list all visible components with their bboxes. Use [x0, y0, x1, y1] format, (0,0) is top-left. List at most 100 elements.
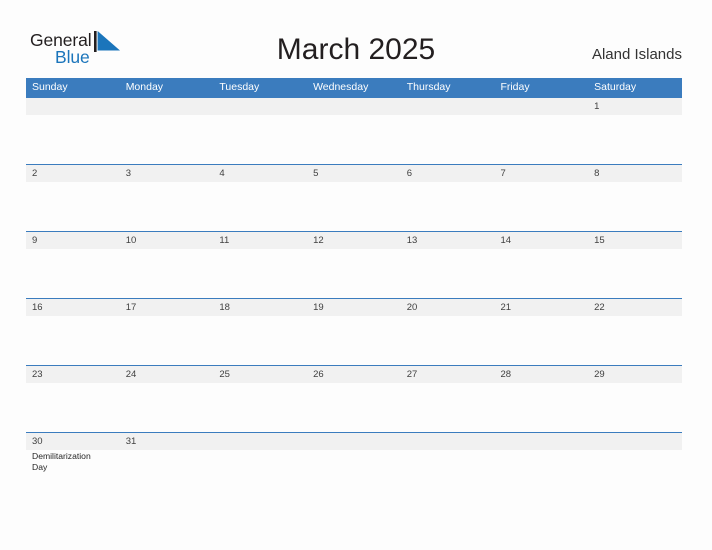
day-number: 25	[219, 369, 230, 380]
region-label: Aland Islands	[591, 46, 682, 63]
calendar-day-cell[interactable]: 5	[307, 165, 401, 230]
calendar-day-cell[interactable]: 3	[120, 165, 214, 230]
calendar-day-cell[interactable]: 19	[307, 299, 401, 364]
day-number: 11	[219, 235, 230, 246]
calendar-day-cell-empty	[26, 98, 120, 163]
calendar-week-row: 23 24 25 26 27 28 29	[26, 365, 682, 432]
day-number: 16	[32, 302, 43, 313]
calendar-day-cell-empty	[213, 433, 307, 498]
day-number: 31	[125, 436, 137, 447]
calendar-day-cell[interactable]: 22	[588, 299, 682, 364]
day-of-week-header: Sunday Monday Tuesday Wednesday Thursday…	[26, 78, 682, 97]
calendar-day-cell[interactable]: 15	[588, 232, 682, 297]
day-of-week-friday: Friday	[500, 81, 530, 93]
day-number: 13	[406, 235, 418, 246]
calendar-weeks: 1 2 3 4 5 6 7 8 9 10 11 12 13 14 15 16 17 18 19 20 21 22 23 24 2…	[26, 97, 682, 499]
calendar-day-cell[interactable]: 25	[213, 366, 307, 431]
calendar-day-cell[interactable]: 29	[588, 366, 682, 431]
calendar-day-cell-empty	[120, 98, 214, 163]
day-number: 7	[500, 168, 506, 179]
day-number: 28	[500, 369, 512, 380]
day-of-week-monday: Monday	[125, 81, 164, 93]
day-number: 15	[594, 235, 605, 246]
day-number: 8	[594, 168, 600, 179]
calendar-day-cell[interactable]: 16	[26, 299, 120, 364]
calendar-week-row: 1	[26, 97, 682, 164]
day-number: 27	[406, 369, 418, 380]
day-number: 26	[313, 369, 324, 380]
calendar-day-cell[interactable]: 1	[588, 98, 682, 163]
week-cells: 16 17 18 19 20 21 22	[26, 299, 682, 364]
day-number: 4	[219, 168, 225, 179]
calendar-day-cell[interactable]: 9	[26, 232, 120, 297]
calendar-day-cell[interactable]: 6	[401, 165, 495, 230]
calendar-day-cell[interactable]: 24	[120, 366, 214, 431]
calendar-week-row: 2 3 4 5 6 7 8	[26, 164, 682, 231]
page-header: General Blue March 2025 Aland Islands	[0, 0, 712, 78]
calendar-week-row: 30 Demilitarization Day 31	[26, 432, 682, 499]
day-of-week-sunday: Sunday	[32, 81, 68, 93]
calendar-day-cell[interactable]: 23	[26, 366, 120, 431]
calendar-week-row: 16 17 18 19 20 21 22	[26, 298, 682, 365]
calendar-day-cell[interactable]: 21	[494, 299, 588, 364]
calendar-day-cell[interactable]: 27	[401, 366, 495, 431]
event-label: Demilitarization Day	[32, 451, 91, 473]
calendar-grid: Sunday Monday Tuesday Wednesday Thursday…	[26, 78, 682, 499]
calendar-day-cell-empty	[401, 98, 495, 163]
calendar-day-cell[interactable]: 12	[307, 232, 401, 297]
calendar-day-cell-empty	[401, 433, 495, 498]
calendar-day-cell[interactable]: 17	[120, 299, 214, 364]
day-number: 18	[219, 302, 230, 313]
calendar-day-cell[interactable]: 26	[307, 366, 401, 431]
day-number: 17	[125, 302, 137, 313]
week-cells: 23 24 25 26 27 28 29	[26, 366, 682, 431]
day-of-week-thursday: Thursday	[406, 81, 451, 93]
day-number: 12	[313, 235, 324, 246]
calendar-day-cell[interactable]: 7	[494, 165, 588, 230]
calendar-day-cell[interactable]: 20	[401, 299, 495, 364]
day-events: Demilitarization Day	[32, 450, 120, 473]
calendar-day-cell[interactable]: 11	[213, 232, 307, 297]
day-number: 2	[32, 168, 38, 179]
day-number: 20	[406, 302, 418, 313]
calendar-page: General Blue March 2025 Aland Islands Su…	[0, 0, 712, 550]
calendar-day-cell-empty	[494, 98, 588, 163]
calendar-day-cell[interactable]: 13	[401, 232, 495, 297]
calendar-week-row: 9 10 11 12 13 14 15	[26, 231, 682, 298]
day-number: 29	[594, 369, 605, 380]
day-number: 19	[313, 302, 324, 313]
day-number: 6	[406, 168, 413, 179]
calendar-day-cell[interactable]: 4	[213, 165, 307, 230]
week-cells: 30 Demilitarization Day 31	[26, 433, 682, 498]
calendar-day-cell[interactable]: 10	[120, 232, 214, 297]
day-number: 1	[594, 101, 600, 112]
day-number: 5	[313, 168, 319, 179]
week-cells: 9 10 11 12 13 14 15	[26, 232, 682, 297]
day-number: 14	[500, 235, 512, 246]
calendar-day-cell-empty	[213, 98, 307, 163]
week-cells: 1	[26, 98, 682, 163]
day-number: 24	[125, 369, 137, 380]
calendar-day-cell[interactable]: 30 Demilitarization Day	[26, 433, 120, 498]
day-number: 21	[500, 302, 512, 313]
calendar-day-cell[interactable]: 28	[494, 366, 588, 431]
calendar-day-cell-empty	[307, 98, 401, 163]
calendar-day-cell[interactable]: 14	[494, 232, 588, 297]
day-of-week-saturday: Saturday	[594, 81, 637, 93]
calendar-day-cell[interactable]: 2	[26, 165, 120, 230]
week-cells: 2 3 4 5 6 7 8	[26, 165, 682, 230]
calendar-day-cell-empty	[307, 433, 401, 498]
calendar-day-cell[interactable]: 31	[120, 433, 214, 498]
calendar-day-cell-empty	[588, 433, 682, 498]
day-number: 30	[32, 436, 43, 447]
calendar-day-cell[interactable]: 18	[213, 299, 307, 364]
day-of-week-tuesday: Tuesday	[219, 81, 260, 93]
day-of-week-wednesday: Wednesday	[313, 81, 369, 93]
day-number: 22	[594, 302, 605, 313]
day-number: 23	[32, 369, 43, 380]
day-number: 3	[125, 168, 131, 179]
day-number: 10	[125, 235, 137, 246]
calendar-day-cell-empty	[494, 433, 588, 498]
calendar-day-cell[interactable]: 8	[588, 165, 682, 230]
day-number: 9	[32, 235, 38, 246]
